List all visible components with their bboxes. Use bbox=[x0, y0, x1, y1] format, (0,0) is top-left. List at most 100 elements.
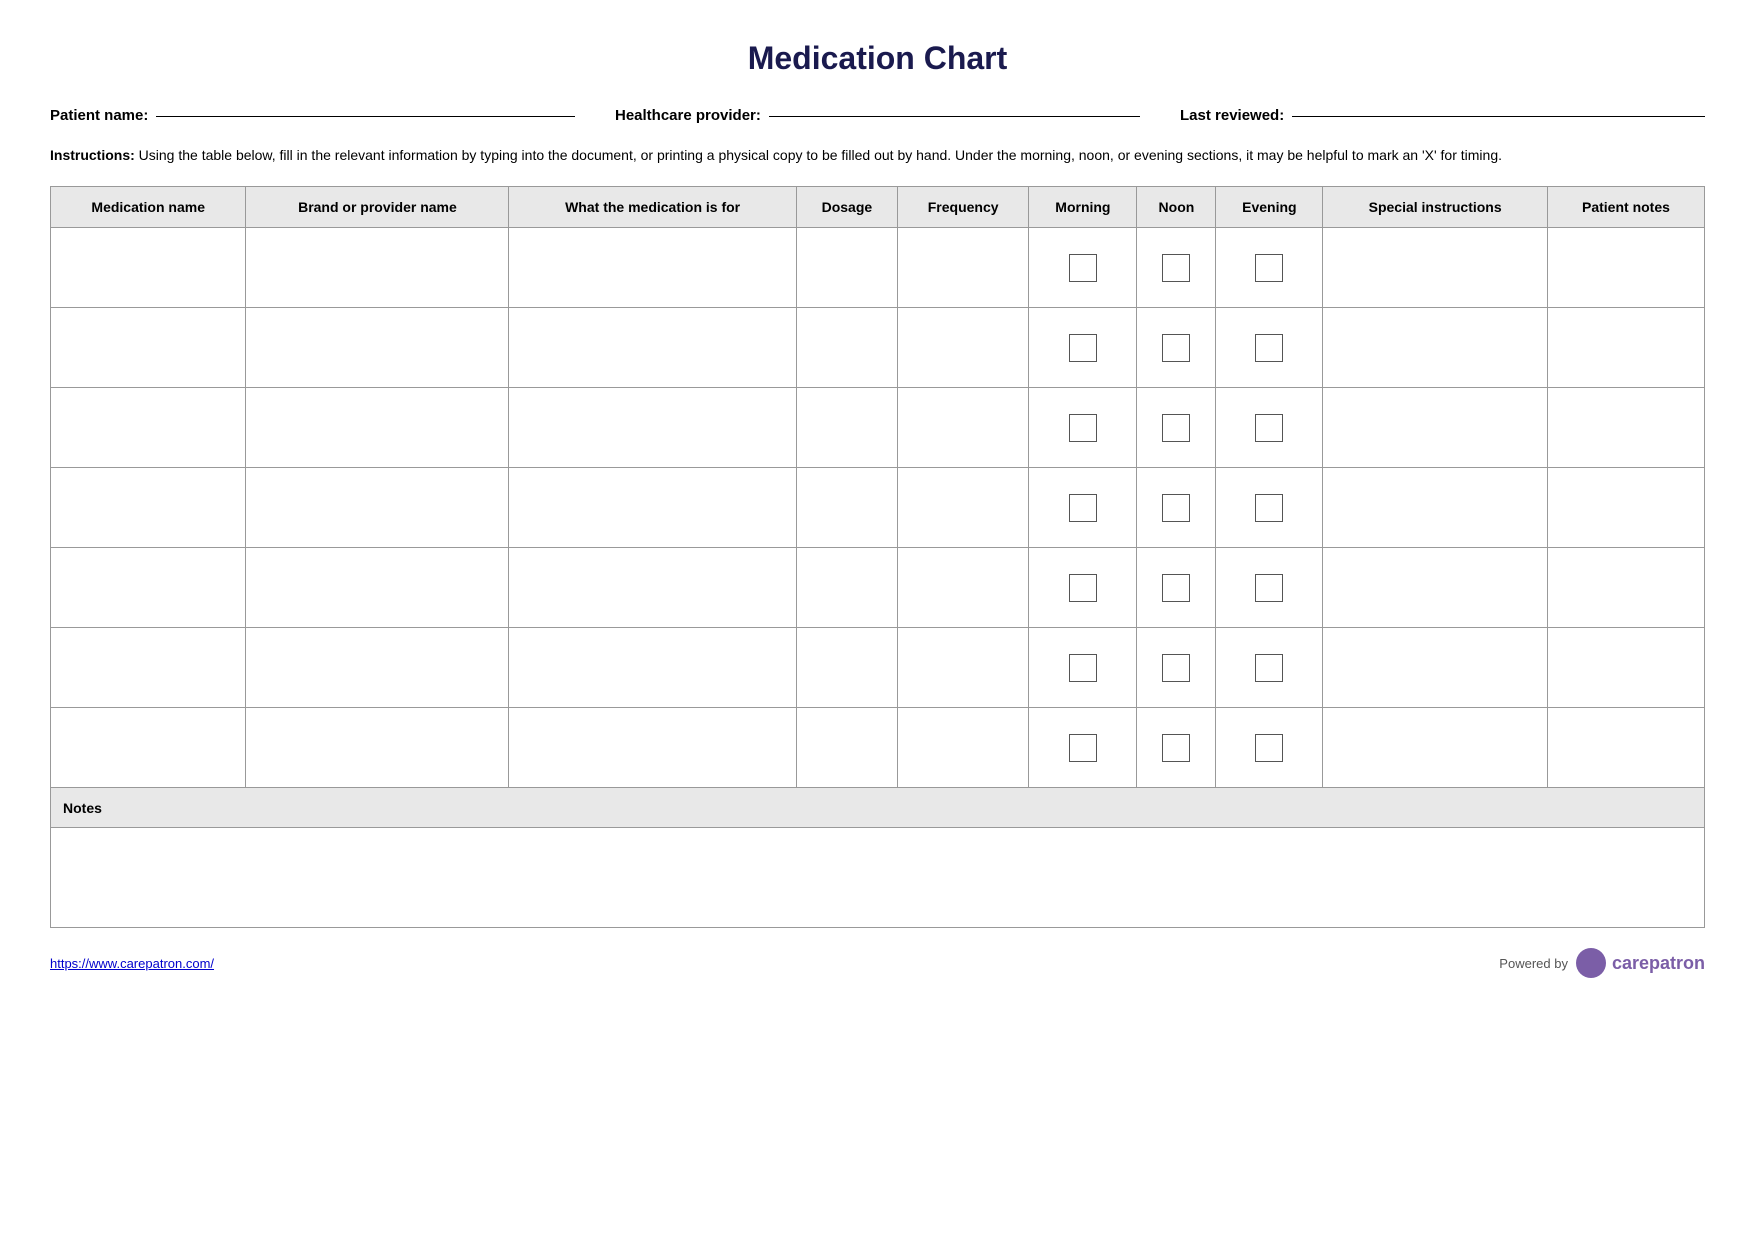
cell-brand-name-3[interactable] bbox=[246, 388, 509, 468]
noon-checkbox-6[interactable] bbox=[1162, 654, 1190, 682]
cell-special-6[interactable] bbox=[1323, 628, 1548, 708]
cell-notes-2[interactable] bbox=[1547, 308, 1704, 388]
cell-morning-7[interactable] bbox=[1029, 708, 1137, 788]
cell-medication-name-1[interactable] bbox=[51, 228, 246, 308]
notes-content[interactable] bbox=[51, 828, 1705, 928]
cell-dosage-1[interactable] bbox=[796, 228, 897, 308]
cell-notes-4[interactable] bbox=[1547, 468, 1704, 548]
morning-checkbox-6[interactable] bbox=[1069, 654, 1097, 682]
cell-what-for-3[interactable] bbox=[509, 388, 796, 468]
cell-morning-2[interactable] bbox=[1029, 308, 1137, 388]
cell-notes-5[interactable] bbox=[1547, 548, 1704, 628]
morning-checkbox-4[interactable] bbox=[1069, 494, 1097, 522]
cell-special-4[interactable] bbox=[1323, 468, 1548, 548]
cell-frequency-2[interactable] bbox=[897, 308, 1028, 388]
noon-checkbox-3[interactable] bbox=[1162, 414, 1190, 442]
carepatron-brand-name: carepatron bbox=[1612, 953, 1705, 974]
morning-checkbox-1[interactable] bbox=[1069, 254, 1097, 282]
cell-frequency-6[interactable] bbox=[897, 628, 1028, 708]
noon-checkbox-4[interactable] bbox=[1162, 494, 1190, 522]
cell-noon-5[interactable] bbox=[1137, 548, 1216, 628]
cell-medication-name-5[interactable] bbox=[51, 548, 246, 628]
cell-evening-7[interactable] bbox=[1216, 708, 1323, 788]
cell-brand-name-5[interactable] bbox=[246, 548, 509, 628]
evening-checkbox-5[interactable] bbox=[1255, 574, 1283, 602]
cell-noon-4[interactable] bbox=[1137, 468, 1216, 548]
evening-checkbox-4[interactable] bbox=[1255, 494, 1283, 522]
cell-special-3[interactable] bbox=[1323, 388, 1548, 468]
cell-frequency-1[interactable] bbox=[897, 228, 1028, 308]
cell-evening-6[interactable] bbox=[1216, 628, 1323, 708]
cell-brand-name-4[interactable] bbox=[246, 468, 509, 548]
cell-dosage-5[interactable] bbox=[796, 548, 897, 628]
morning-checkbox-2[interactable] bbox=[1069, 334, 1097, 362]
cell-notes-1[interactable] bbox=[1547, 228, 1704, 308]
cell-what-for-1[interactable] bbox=[509, 228, 796, 308]
patient-name-field: Patient name: bbox=[50, 107, 575, 124]
cell-noon-2[interactable] bbox=[1137, 308, 1216, 388]
cell-dosage-4[interactable] bbox=[796, 468, 897, 548]
col-dosage: Dosage bbox=[796, 187, 897, 228]
cell-evening-3[interactable] bbox=[1216, 388, 1323, 468]
footer-link[interactable]: https://www.carepatron.com/ bbox=[50, 956, 214, 971]
noon-checkbox-7[interactable] bbox=[1162, 734, 1190, 762]
cell-dosage-7[interactable] bbox=[796, 708, 897, 788]
cell-noon-7[interactable] bbox=[1137, 708, 1216, 788]
cell-what-for-5[interactable] bbox=[509, 548, 796, 628]
noon-checkbox-2[interactable] bbox=[1162, 334, 1190, 362]
cell-brand-name-1[interactable] bbox=[246, 228, 509, 308]
cell-dosage-6[interactable] bbox=[796, 628, 897, 708]
cell-noon-3[interactable] bbox=[1137, 388, 1216, 468]
cell-noon-1[interactable] bbox=[1137, 228, 1216, 308]
cell-medication-name-7[interactable] bbox=[51, 708, 246, 788]
cell-what-for-4[interactable] bbox=[509, 468, 796, 548]
cell-notes-7[interactable] bbox=[1547, 708, 1704, 788]
cell-special-1[interactable] bbox=[1323, 228, 1548, 308]
cell-morning-6[interactable] bbox=[1029, 628, 1137, 708]
evening-checkbox-7[interactable] bbox=[1255, 734, 1283, 762]
cell-frequency-7[interactable] bbox=[897, 708, 1028, 788]
cell-notes-3[interactable] bbox=[1547, 388, 1704, 468]
cell-brand-name-7[interactable] bbox=[246, 708, 509, 788]
cell-what-for-6[interactable] bbox=[509, 628, 796, 708]
evening-checkbox-1[interactable] bbox=[1255, 254, 1283, 282]
cell-special-2[interactable] bbox=[1323, 308, 1548, 388]
evening-checkbox-3[interactable] bbox=[1255, 414, 1283, 442]
cell-medication-name-6[interactable] bbox=[51, 628, 246, 708]
cell-brand-name-2[interactable] bbox=[246, 308, 509, 388]
cell-medication-name-4[interactable] bbox=[51, 468, 246, 548]
cell-what-for-2[interactable] bbox=[509, 308, 796, 388]
cell-medication-name-3[interactable] bbox=[51, 388, 246, 468]
cell-special-5[interactable] bbox=[1323, 548, 1548, 628]
footer-right: Powered by carepatron bbox=[1499, 948, 1705, 978]
cell-evening-4[interactable] bbox=[1216, 468, 1323, 548]
cell-evening-5[interactable] bbox=[1216, 548, 1323, 628]
noon-checkbox-1[interactable] bbox=[1162, 254, 1190, 282]
cell-notes-6[interactable] bbox=[1547, 628, 1704, 708]
cell-morning-3[interactable] bbox=[1029, 388, 1137, 468]
cell-noon-6[interactable] bbox=[1137, 628, 1216, 708]
morning-checkbox-7[interactable] bbox=[1069, 734, 1097, 762]
cell-frequency-5[interactable] bbox=[897, 548, 1028, 628]
carepatron-icon bbox=[1576, 948, 1606, 978]
cell-brand-name-6[interactable] bbox=[246, 628, 509, 708]
cell-morning-4[interactable] bbox=[1029, 468, 1137, 548]
cell-morning-1[interactable] bbox=[1029, 228, 1137, 308]
healthcare-provider-field: Healthcare provider: bbox=[615, 107, 1140, 124]
cell-dosage-3[interactable] bbox=[796, 388, 897, 468]
noon-checkbox-5[interactable] bbox=[1162, 574, 1190, 602]
cell-evening-1[interactable] bbox=[1216, 228, 1323, 308]
cell-frequency-3[interactable] bbox=[897, 388, 1028, 468]
morning-checkbox-5[interactable] bbox=[1069, 574, 1097, 602]
cell-frequency-4[interactable] bbox=[897, 468, 1028, 548]
morning-checkbox-3[interactable] bbox=[1069, 414, 1097, 442]
cell-dosage-2[interactable] bbox=[796, 308, 897, 388]
col-evening: Evening bbox=[1216, 187, 1323, 228]
evening-checkbox-6[interactable] bbox=[1255, 654, 1283, 682]
evening-checkbox-2[interactable] bbox=[1255, 334, 1283, 362]
cell-medication-name-2[interactable] bbox=[51, 308, 246, 388]
cell-special-7[interactable] bbox=[1323, 708, 1548, 788]
cell-what-for-7[interactable] bbox=[509, 708, 796, 788]
cell-morning-5[interactable] bbox=[1029, 548, 1137, 628]
cell-evening-2[interactable] bbox=[1216, 308, 1323, 388]
